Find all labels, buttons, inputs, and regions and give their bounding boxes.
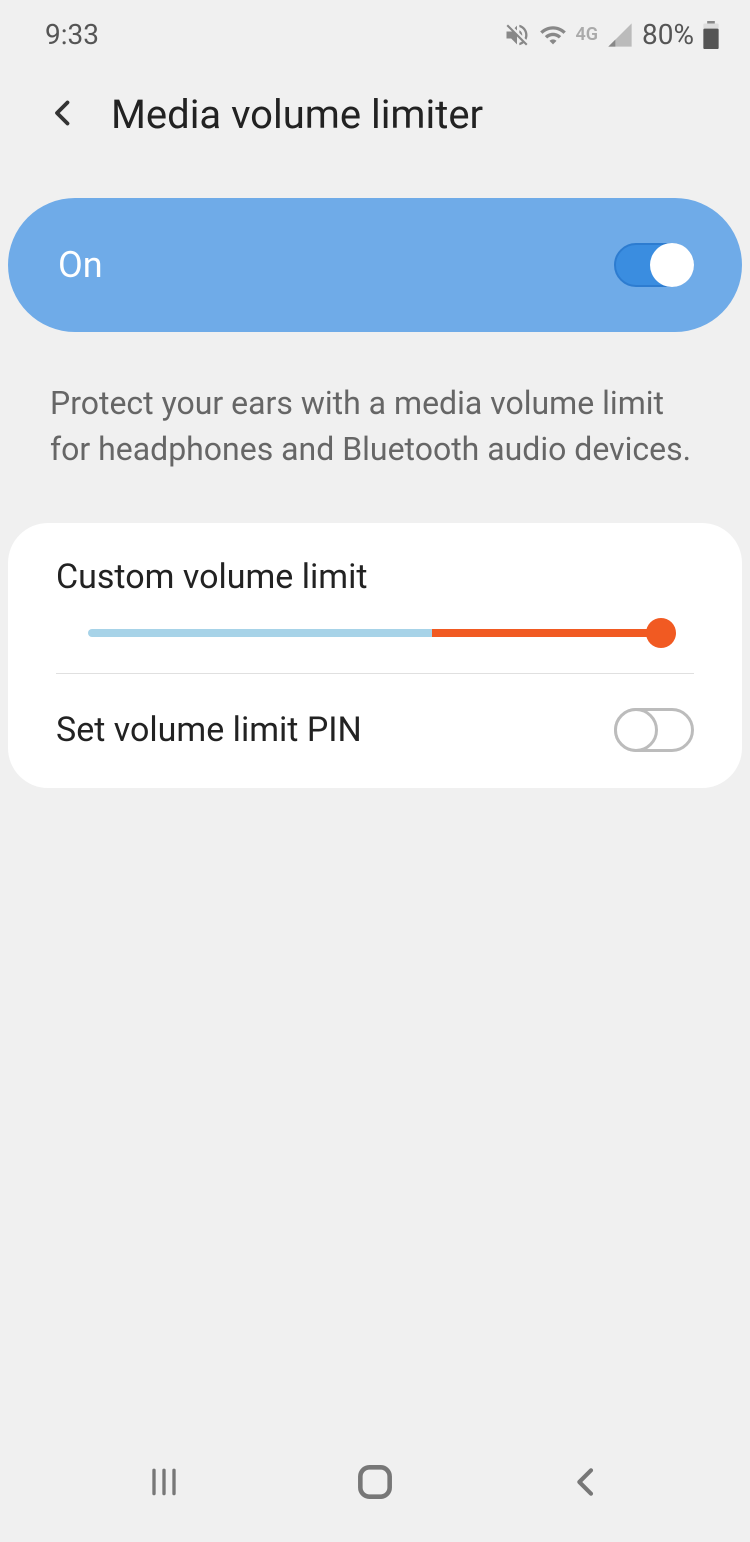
master-toggle-switch[interactable] — [614, 243, 694, 287]
feature-description: Protect your ears with a media volume li… — [0, 332, 750, 513]
status-time: 9:33 — [45, 18, 99, 51]
custom-volume-title: Custom volume limit — [56, 557, 694, 597]
battery-icon — [702, 21, 720, 49]
nav-bar — [0, 1442, 750, 1542]
slider-safe-range — [88, 629, 432, 637]
signal-icon — [606, 21, 634, 49]
wifi-icon — [539, 21, 567, 49]
page-title: Media volume limiter — [111, 91, 483, 138]
back-icon[interactable] — [45, 95, 81, 135]
status-bar: 9:33 4G 80% — [0, 0, 750, 61]
app-header: Media volume limiter — [0, 61, 750, 168]
home-button[interactable] — [353, 1460, 397, 1504]
toggle-knob — [614, 708, 658, 752]
toggle-knob — [650, 243, 694, 287]
network-label: 4G — [575, 24, 598, 45]
volume-slider[interactable] — [56, 629, 694, 637]
master-toggle-label: On — [58, 244, 103, 286]
battery-percent: 80% — [642, 18, 694, 51]
pin-toggle-switch[interactable] — [614, 708, 694, 752]
back-button[interactable] — [566, 1462, 606, 1502]
pin-row[interactable]: Set volume limit PIN — [8, 674, 742, 788]
custom-volume-section: Custom volume limit — [8, 523, 742, 673]
mute-icon — [503, 21, 531, 49]
slider-track — [88, 629, 662, 637]
master-toggle-row[interactable]: On — [8, 198, 742, 332]
pin-title: Set volume limit PIN — [56, 710, 362, 750]
status-right: 4G 80% — [503, 18, 720, 51]
slider-warning-range — [432, 629, 662, 637]
slider-thumb[interactable] — [646, 618, 676, 648]
recents-button[interactable] — [144, 1462, 184, 1502]
settings-card: Custom volume limit Set volume limit PIN — [8, 523, 742, 788]
